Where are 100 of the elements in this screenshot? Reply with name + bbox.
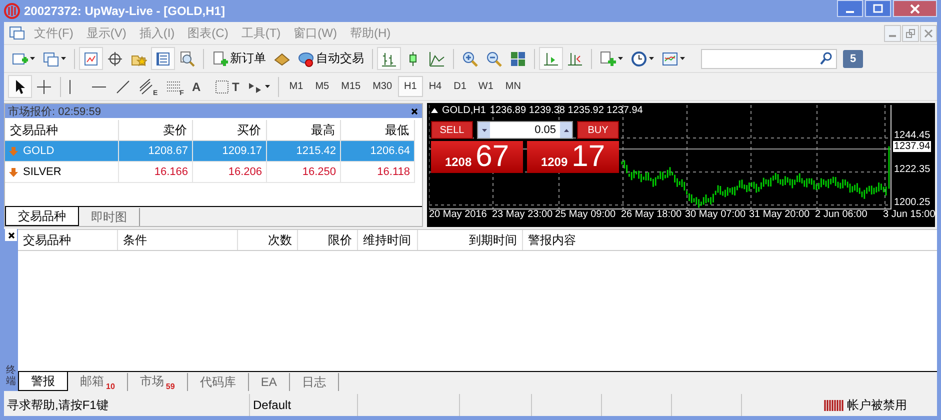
document-plus-icon [212, 50, 228, 66]
close-icon [924, 28, 933, 38]
trend-line-icon [115, 78, 131, 94]
channel-icon [139, 78, 155, 94]
chart-document-icon [9, 25, 25, 41]
chart-window-icon [83, 50, 99, 66]
status-profile: Default [250, 394, 358, 416]
connection-status: 帐户被禁用 [847, 396, 907, 414]
sell-price-button[interactable]: 1208 67 [431, 141, 523, 173]
period-button[interactable]: H4 [422, 76, 448, 97]
zoom-out-icon [486, 50, 502, 66]
period-button[interactable]: H1 [398, 76, 423, 97]
globe-stop-icon [298, 50, 314, 66]
period-button[interactable]: M1 [283, 76, 310, 97]
panel-tab[interactable]: 交易品种 [5, 207, 79, 226]
tile-icon [510, 50, 526, 66]
minimize-icon [846, 10, 854, 12]
lot-size-field[interactable]: 0.05 [477, 121, 573, 139]
close-icon [910, 4, 920, 14]
terminal-tab[interactable]: 代码库 [188, 373, 249, 391]
line-chart-icon [429, 50, 445, 66]
period-button[interactable]: M30 [366, 76, 398, 97]
label-icon [214, 78, 230, 94]
column-header[interactable]: 维持时间 [358, 230, 418, 250]
buy-button[interactable]: BUY [577, 121, 619, 139]
restore-icon [906, 28, 915, 38]
price-pips: 67 [476, 141, 510, 173]
vertical-line-icon [69, 78, 71, 94]
minimize-button[interactable] [837, 0, 863, 17]
time-axis-label: 25 May 09:00 [555, 209, 616, 220]
price-main: 1208 [444, 155, 472, 171]
close-icon [8, 232, 14, 238]
new-order-button[interactable]: 新订单 [208, 47, 270, 70]
auto-trading-button[interactable]: 自动交易 [294, 47, 368, 70]
cursor-button[interactable] [8, 75, 32, 98]
period-button[interactable]: M15 [335, 76, 367, 97]
terminal-tab[interactable]: 市场 $_{59}$ [128, 373, 188, 391]
terminal-tab[interactable]: 日志 [290, 373, 339, 391]
column-header[interactable]: 条件 [118, 230, 238, 250]
column-header[interactable]: 交易品种 [18, 230, 118, 250]
clock-icon [631, 50, 647, 66]
caret-up-icon [564, 128, 568, 132]
crosshair-icon [36, 78, 52, 94]
connection-bars-icon [824, 400, 844, 410]
time-axis-label: 26 May 18:00 [621, 209, 682, 220]
close-icon [410, 108, 418, 114]
maximize-button[interactable] [865, 0, 891, 17]
chart-plus-icon [12, 50, 28, 66]
magnifier-icon [179, 50, 195, 66]
terminal-tab[interactable]: 警报 [18, 372, 68, 391]
panel-title: 市场报价: 02:59:59 [8, 104, 101, 118]
symbol-name: SILVER [23, 165, 62, 180]
price-cell: 1209.17 [193, 141, 267, 162]
chart-symbol: GOLD,H1 [442, 105, 486, 116]
search-field[interactable] [701, 48, 837, 68]
time-axis-label: 31 May 20:00 [749, 209, 810, 220]
document-plus-icon [600, 50, 616, 66]
period-button[interactable]: W1 [472, 76, 500, 97]
status-help-text: 寻求帮助,请按F1键 [4, 394, 250, 416]
horizontal-line-icon [91, 86, 107, 88]
logo-icon [4, 3, 20, 19]
triangle-icon [431, 108, 438, 113]
period-button[interactable]: M5 [309, 76, 336, 97]
chart-shift-button[interactable] [539, 47, 563, 70]
decrease-button[interactable] [478, 122, 490, 138]
terminal-button[interactable] [151, 47, 175, 70]
column-header[interactable]: 限价 [298, 230, 358, 250]
symbol-cell[interactable]: SILVER [5, 162, 119, 183]
close-button[interactable] [5, 229, 17, 241]
panel-tab[interactable]: 即时图 [79, 208, 140, 226]
chart-shift-icon [543, 50, 559, 66]
price-cell: 16.250 [267, 162, 341, 183]
time-axis-label: 30 May 07:00 [685, 209, 746, 220]
dotted-lines-icon [166, 78, 182, 94]
terminal-tab[interactable]: EA [248, 373, 290, 391]
column-header[interactable]: 警报内容 [523, 230, 937, 250]
market-watch-button[interactable] [79, 47, 103, 70]
lot-value: 0.05 [534, 124, 557, 136]
bar-chart-button[interactable] [377, 47, 401, 70]
price-cell: 1208.67 [119, 141, 193, 162]
buy-price-button[interactable]: 1209 17 [527, 141, 619, 173]
period-button[interactable]: MN [499, 76, 527, 97]
period-button[interactable]: D1 [448, 76, 472, 97]
chat-button[interactable]: 5 [843, 50, 863, 68]
column-header[interactable]: 次数 [238, 230, 298, 250]
bar-chart-icon [381, 50, 397, 66]
label-button[interactable]: T [210, 75, 244, 98]
close-button[interactable] [409, 106, 419, 116]
text-button[interactable]: A [188, 75, 210, 98]
price-cell: 1215.42 [267, 141, 341, 162]
terminal-tab[interactable]: 邮箱 $_{10}$ [68, 373, 128, 391]
minimize-icon [889, 35, 896, 37]
column-header[interactable]: 到期时间 [418, 230, 523, 250]
increase-button[interactable] [560, 122, 572, 138]
book-icon [274, 50, 290, 66]
terminal-label: 终端 [6, 365, 16, 387]
maximize-icon [873, 4, 883, 14]
sell-button[interactable]: SELL [431, 121, 473, 139]
price-cell: 1206.64 [341, 141, 415, 162]
price-axis-label: 1200.25 [893, 197, 932, 208]
